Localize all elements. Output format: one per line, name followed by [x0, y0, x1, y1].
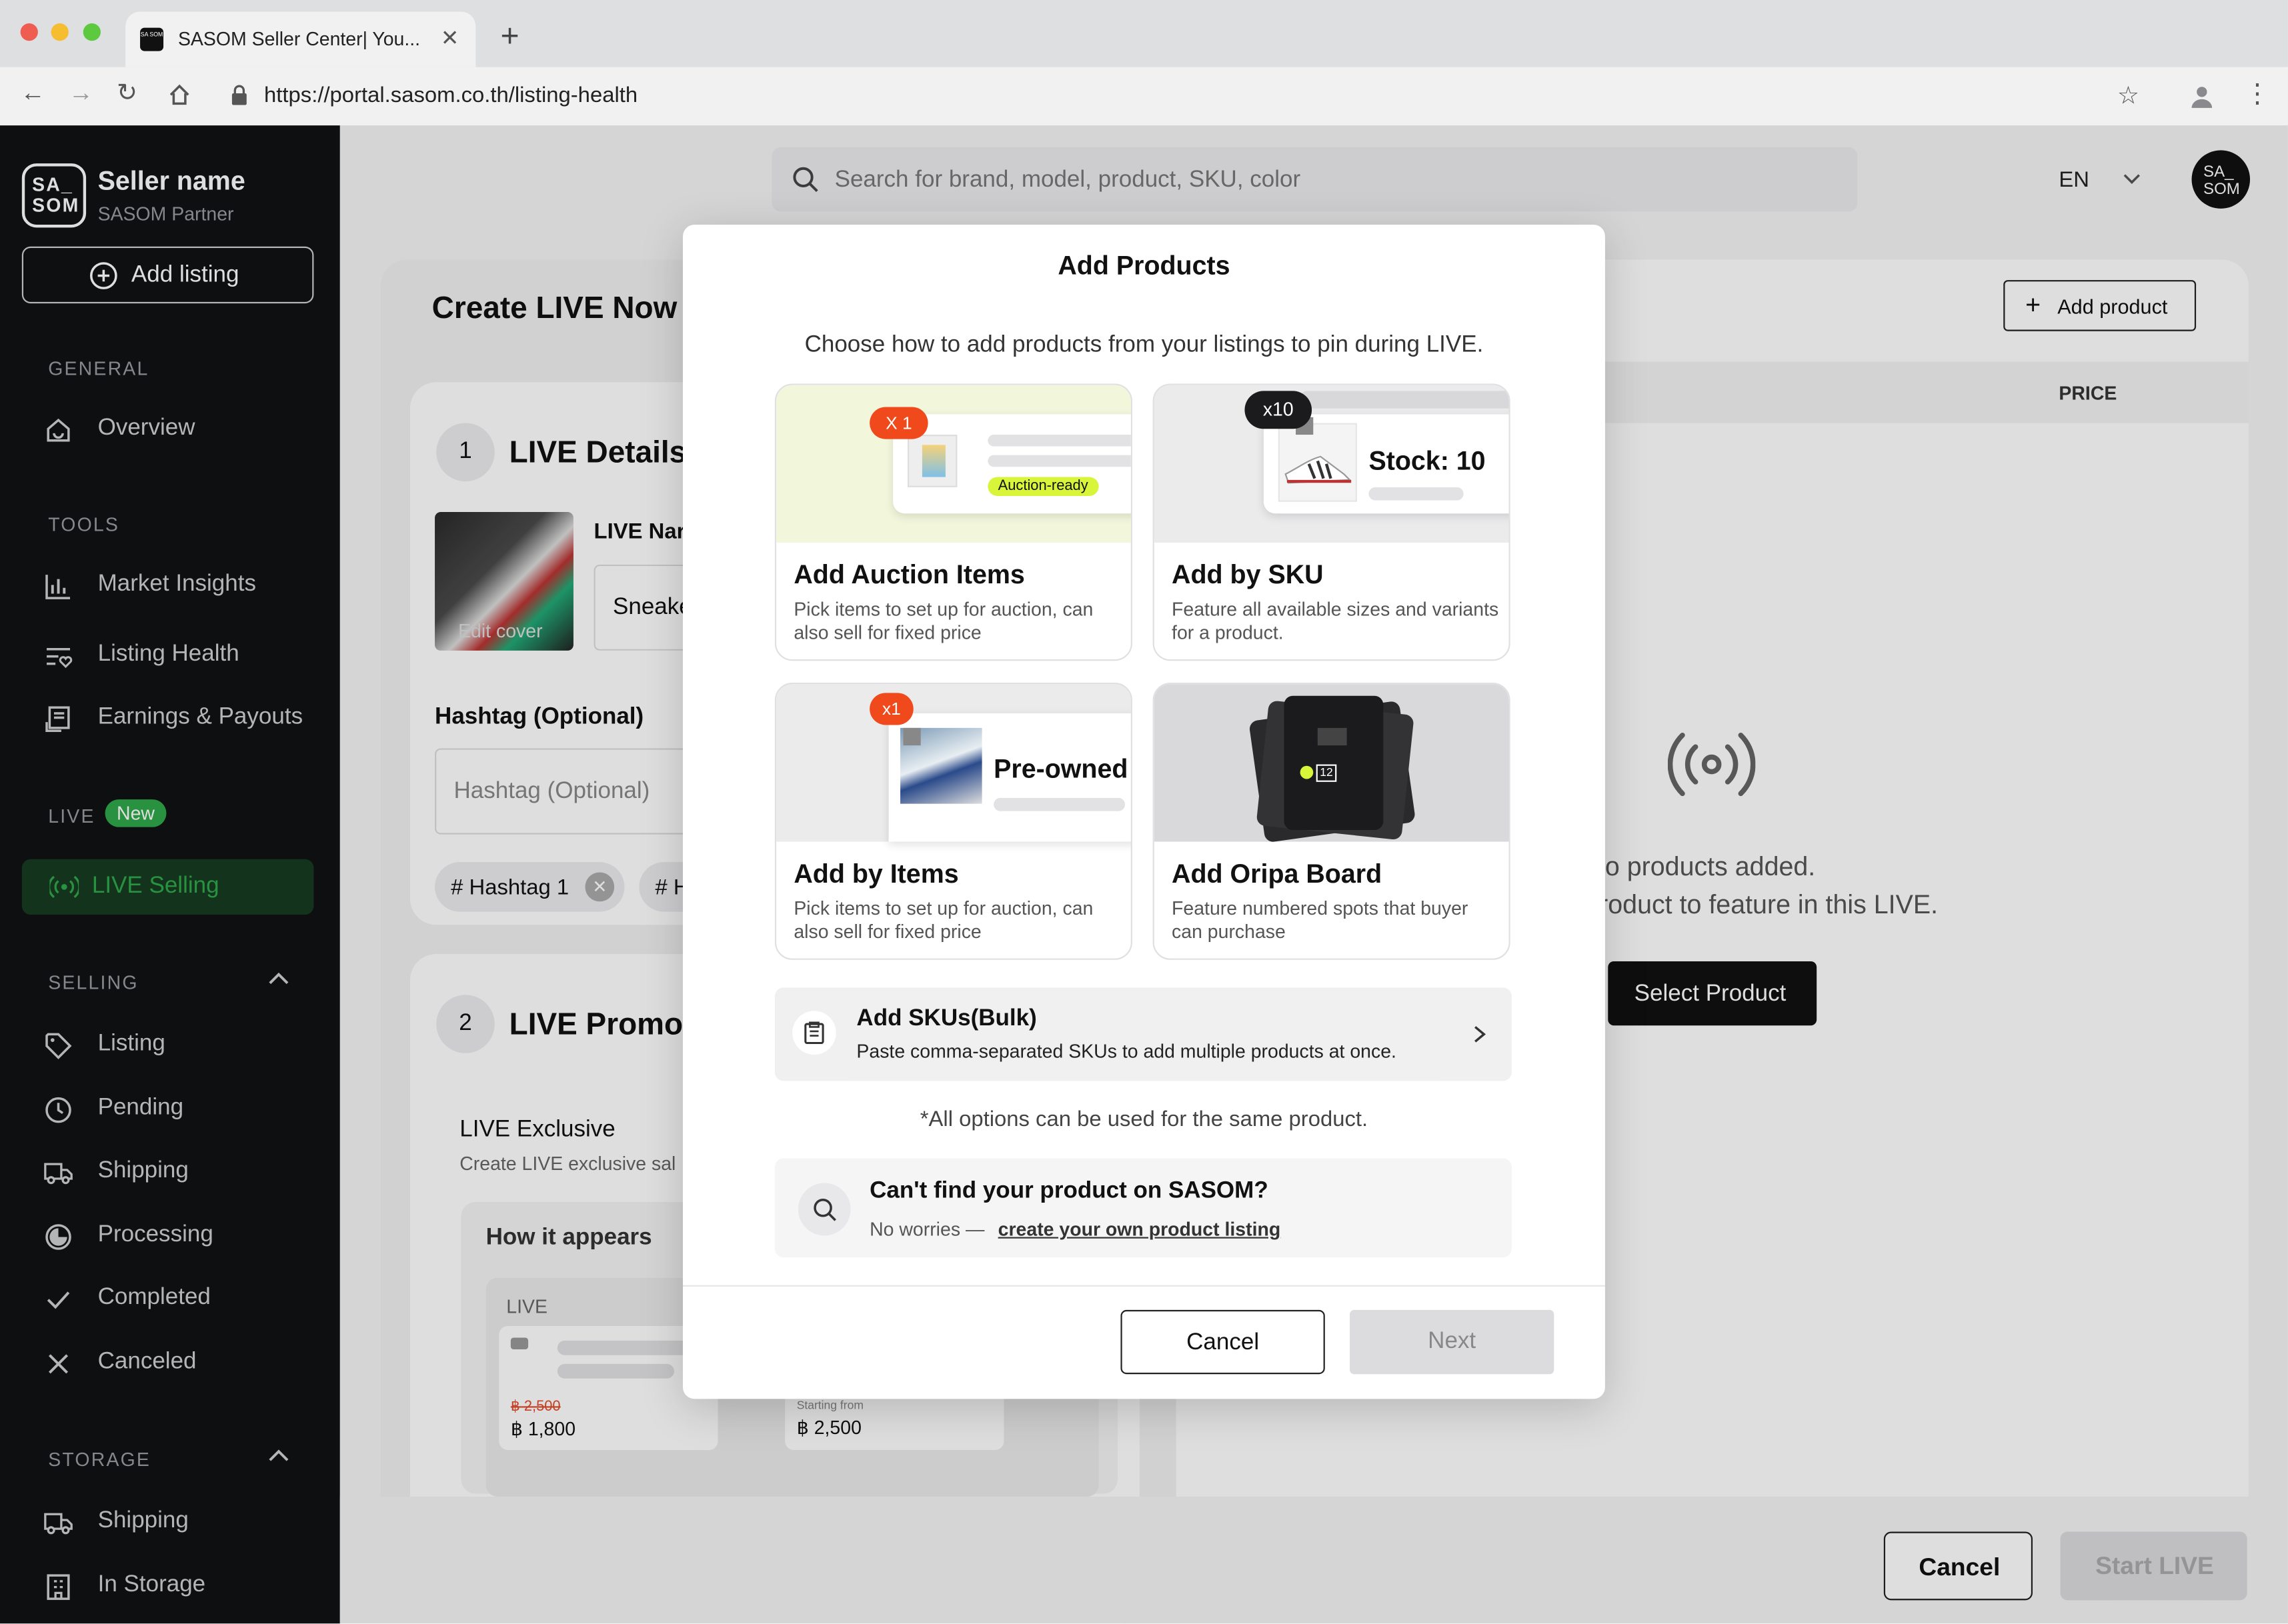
create-listing-link[interactable]: create your own product listing — [998, 1218, 1281, 1240]
option-add-auction-items[interactable]: Auction-ready X 1 Add Auction Items Pick… — [774, 383, 1132, 661]
browser-chrome: SA SOM SASOM Seller Center| You... ✕ + ←… — [0, 0, 2288, 126]
browser-tab[interactable]: SA SOM SASOM Seller Center| You... ✕ — [125, 11, 476, 67]
modal-title: Add Products — [1058, 251, 1230, 281]
maximize-window-button[interactable] — [83, 23, 101, 41]
items-illustration: Pre-owned x1 — [776, 684, 1131, 842]
profile-icon[interactable] — [2189, 83, 2215, 109]
auction-ready-tag: Auction-ready — [988, 477, 1098, 496]
cant-find-prefix: No worries — — [870, 1218, 990, 1240]
option-add-oripa-board[interactable]: 12 Add Oripa Board Feature numbered spot… — [1152, 683, 1510, 960]
forward-icon[interactable]: → — [69, 79, 93, 108]
divider — [683, 1285, 1605, 1287]
pre-owned-label: Pre-owned — [994, 754, 1128, 784]
cant-find-box: Can't find your product on SASOM? No wor… — [774, 1158, 1512, 1258]
browser-toolbar: ← → ↻ https://portal.sasom.co.th/listing… — [0, 67, 2288, 126]
quantity-badge: x10 — [1244, 391, 1312, 429]
clipboard-icon — [792, 1011, 836, 1055]
quantity-badge: X 1 — [870, 407, 928, 439]
option-desc: Pick items to set up for auction, can al… — [794, 598, 1094, 643]
oripa-illustration: 12 — [1154, 684, 1509, 843]
minimize-window-button[interactable] — [51, 23, 69, 41]
back-icon[interactable]: ← — [21, 79, 45, 108]
add-skus-bulk-row[interactable]: Add SKUs(Bulk) Paste comma-separated SKU… — [774, 987, 1512, 1081]
option-desc: Pick items to set up for auction, can al… — [794, 897, 1094, 943]
option-add-by-items[interactable]: Pre-owned x1 Add by Items Pick items to … — [774, 683, 1132, 960]
new-tab-icon[interactable]: + — [501, 17, 519, 55]
reload-icon[interactable]: ↻ — [117, 79, 137, 108]
option-title: Add Oripa Board — [1172, 859, 1382, 889]
option-add-by-sku[interactable]: Stock: 10 x10 Add by SKU Feature all ava… — [1152, 383, 1510, 661]
tab-title: SASOM Seller Center| You... — [177, 27, 421, 50]
lock-icon — [231, 85, 248, 105]
option-desc: Feature numbered spots that buyer can pu… — [1172, 897, 1468, 943]
add-products-modal: Add Products Choose how to add products … — [683, 224, 1605, 1399]
board-number: 12 — [1316, 764, 1337, 782]
auction-illustration: Auction-ready X 1 — [776, 385, 1131, 543]
modal-next-button[interactable]: Next — [1349, 1309, 1554, 1375]
stock-label: Stock: 10 — [1368, 446, 1486, 476]
modal-subtitle: Choose how to add products from your lis… — [804, 332, 1484, 358]
bulk-title: Add SKUs(Bulk) — [856, 1006, 1037, 1031]
next-label: Next — [1428, 1329, 1476, 1354]
close-window-button[interactable] — [20, 23, 38, 41]
browser-menu-icon[interactable]: ⋮ — [2244, 79, 2270, 109]
favicon-icon: SA SOM — [140, 27, 164, 51]
option-desc: Feature all available sizes and variants… — [1172, 598, 1499, 643]
sku-illustration: Stock: 10 x10 — [1154, 385, 1509, 543]
quantity-badge: x1 — [870, 693, 914, 725]
modal-cancel-button[interactable]: Cancel — [1120, 1309, 1325, 1375]
cancel-label: Cancel — [1186, 1330, 1260, 1355]
bookmark-star-icon[interactable]: ☆ — [2117, 82, 2139, 111]
option-title: Add by Items — [794, 859, 959, 889]
close-tab-icon[interactable]: ✕ — [441, 25, 459, 51]
option-title: Add by SKU — [1172, 560, 1324, 589]
home-icon[interactable] — [168, 83, 191, 107]
cant-find-title: Can't find your product on SASOM? — [870, 1178, 1268, 1204]
search-icon — [798, 1183, 851, 1236]
bulk-desc: Paste comma-separated SKUs to add multip… — [856, 1040, 1396, 1062]
chevron-right-icon — [1474, 1026, 1486, 1043]
option-title: Add Auction Items — [794, 560, 1025, 589]
address-bar[interactable]: https://portal.sasom.co.th/listing-healt… — [264, 83, 638, 108]
options-note: *All options can be used for the same pr… — [920, 1107, 1368, 1132]
